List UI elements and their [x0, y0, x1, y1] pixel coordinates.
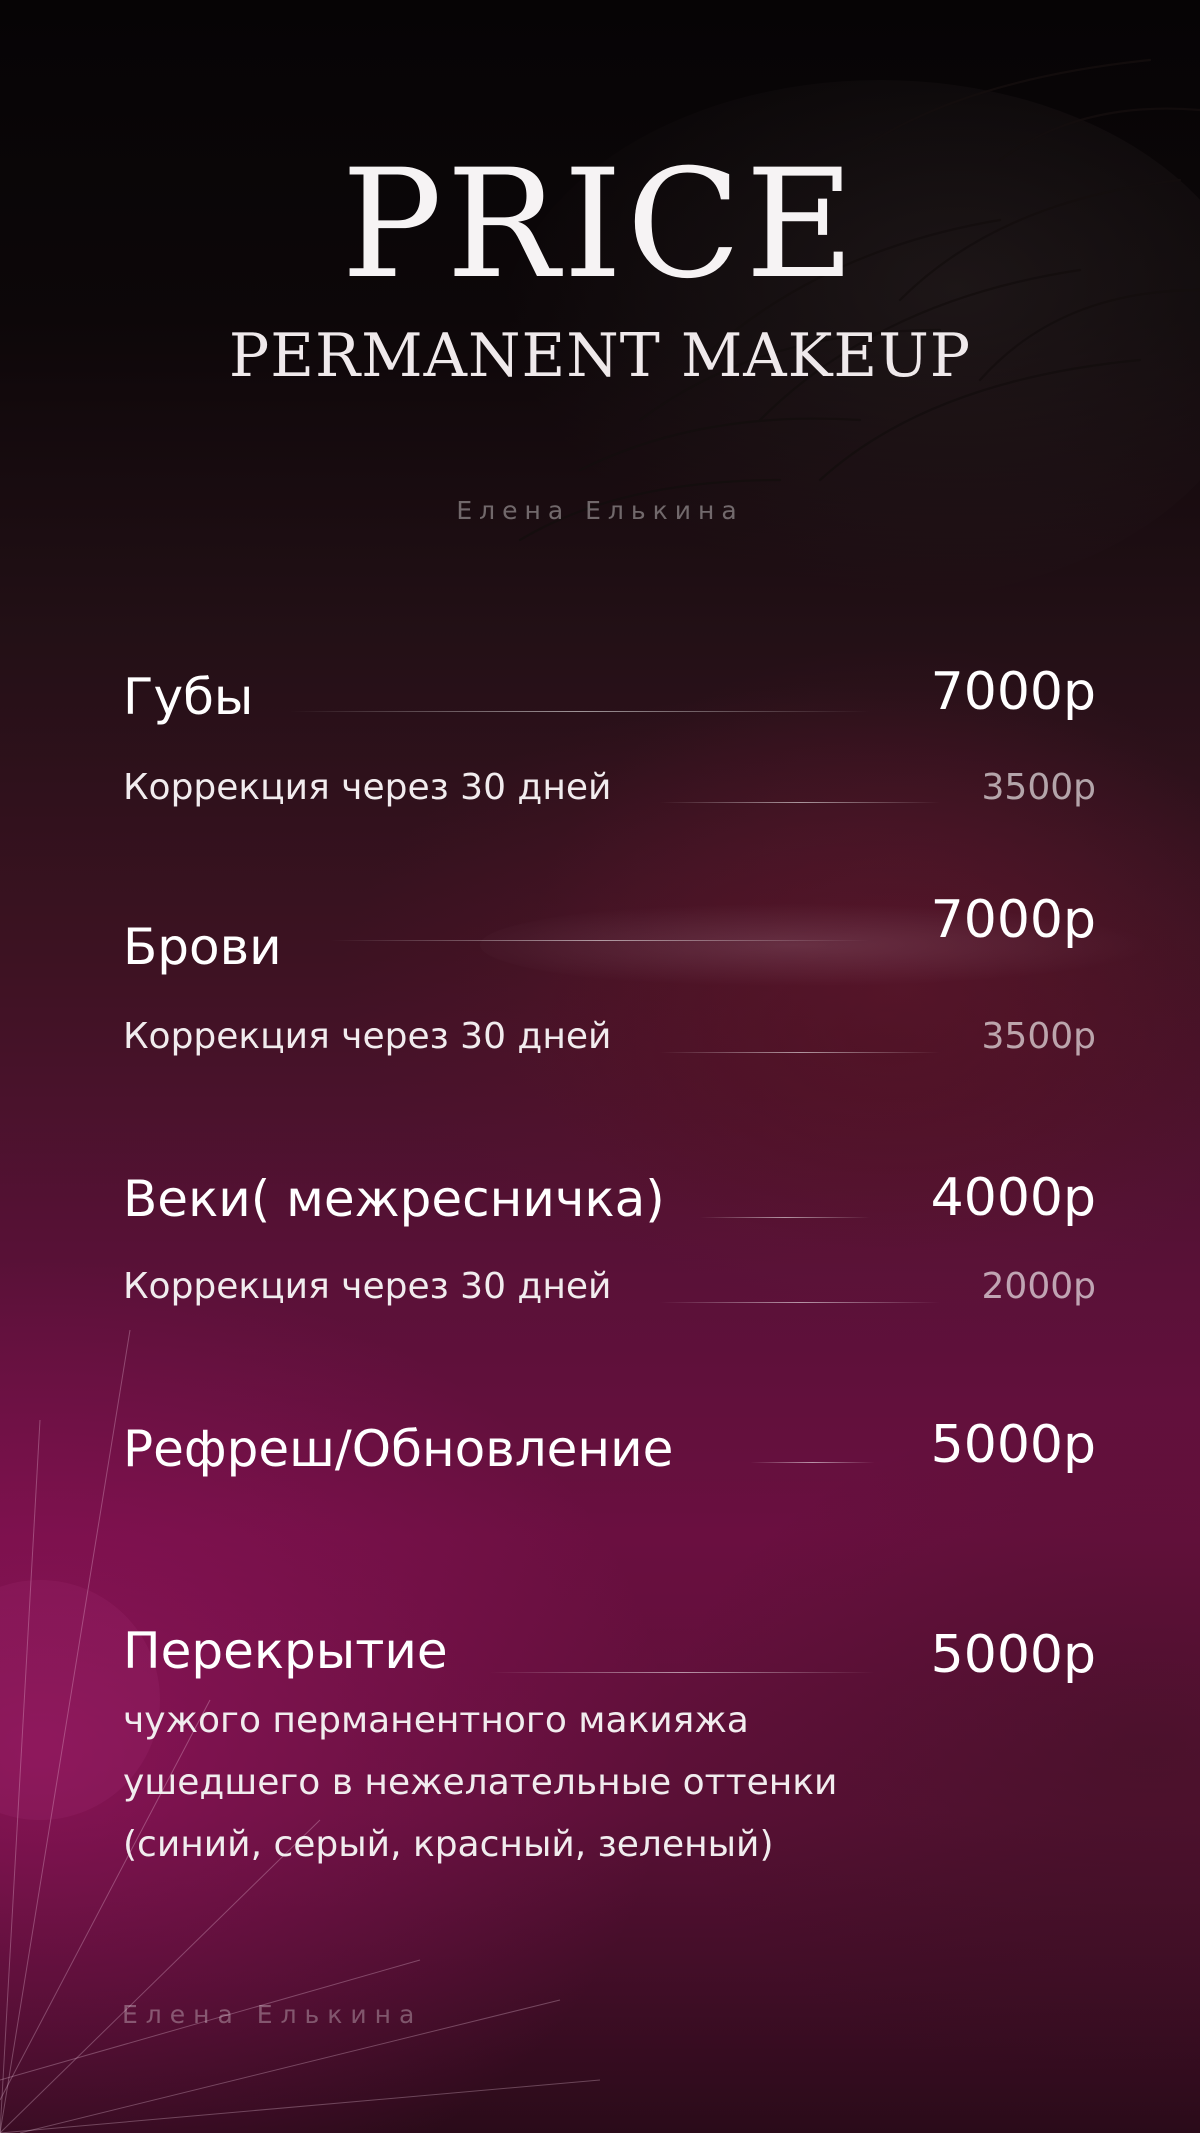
correction-label-brows: Коррекция через 30 дней — [123, 1016, 612, 1057]
correction-price-lips: 3500р — [981, 767, 1096, 808]
correction-label-eyelids: Коррекция через 30 дней — [123, 1266, 612, 1307]
footer-watermark: Елена Елькина — [122, 2000, 423, 2029]
service-price-eyelids: 4000р — [930, 1168, 1096, 1228]
page-subtitle: PERMANENT MAKEUP — [228, 321, 972, 391]
correction-price-brows: 3500р — [981, 1016, 1096, 1057]
cover-up-description-line: чужого перманентного макияжа — [123, 1700, 749, 1741]
service-name-cover-up: Перекрытие — [123, 1622, 448, 1680]
service-name-eyelids: Веки( межресничка) — [123, 1170, 665, 1228]
leader-line — [490, 1672, 875, 1673]
leader-line — [700, 1217, 870, 1218]
leader-line — [660, 1302, 940, 1303]
leader-line — [330, 940, 870, 941]
correction-label-lips: Коррекция через 30 дней — [123, 767, 612, 808]
service-name-brows: Брови — [123, 918, 282, 976]
correction-price-eyelids: 2000р — [981, 1266, 1096, 1307]
leader-line — [660, 1052, 940, 1053]
page-title: PRICE — [341, 138, 859, 312]
price-list-page: PRICE PERMANENT MAKEUP Елена Елькина Губ… — [0, 0, 1200, 2133]
cover-up-description-line: (синий, серый, красный, зеленый) — [123, 1824, 774, 1865]
service-price-lips: 7000р — [930, 662, 1096, 722]
author-name: Елена Елькина — [456, 496, 744, 525]
cover-up-description-line: ушедшего в нежелательные оттенки — [123, 1762, 838, 1803]
leader-line — [750, 1462, 875, 1463]
service-price-cover-up: 5000р — [930, 1625, 1096, 1685]
service-price-refresh: 5000р — [930, 1415, 1096, 1475]
leader-line — [660, 802, 940, 803]
service-price-brows: 7000р — [930, 890, 1096, 950]
service-name-lips: Губы — [123, 668, 254, 726]
leader-line — [290, 711, 870, 712]
service-name-refresh: Рефреш/Обновление — [123, 1420, 674, 1478]
